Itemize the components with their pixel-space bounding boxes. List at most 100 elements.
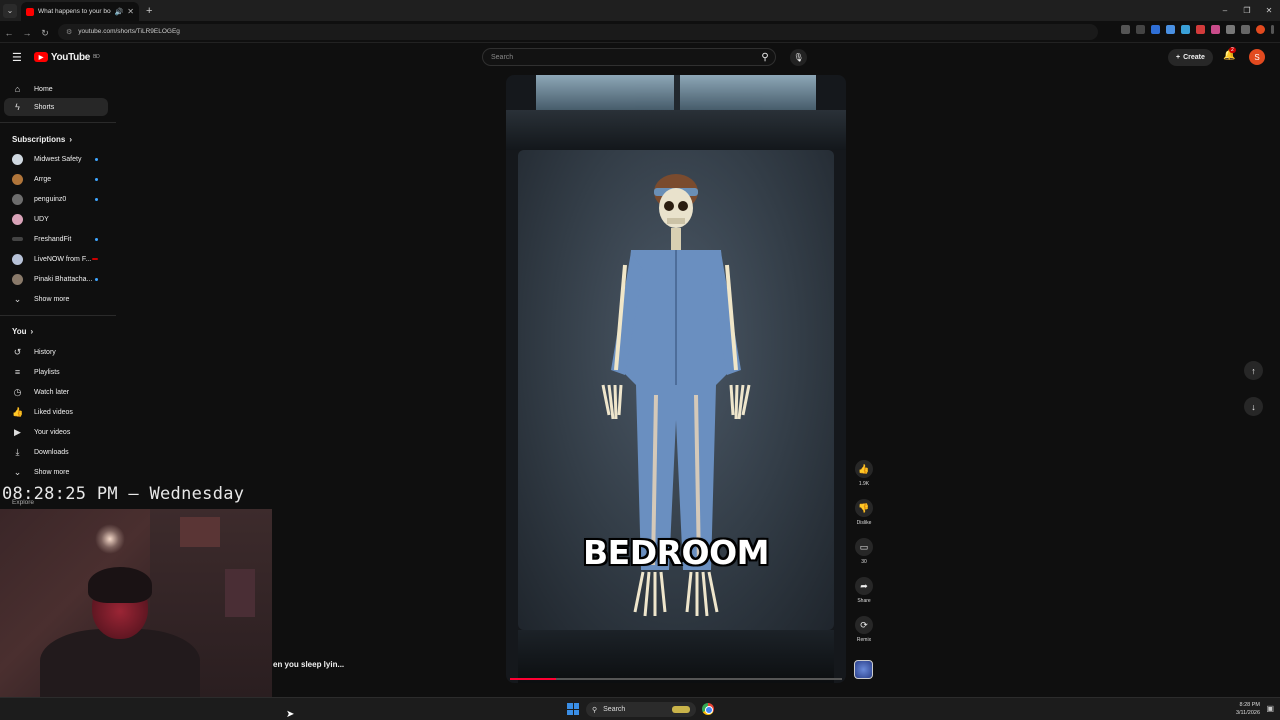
sidebar-item-home[interactable]: ⌂ Home [4, 80, 108, 98]
extensions-puzzle-icon[interactable] [1241, 25, 1250, 34]
sidebar-item-label: Home [34, 85, 53, 93]
cast-icon[interactable] [1121, 25, 1130, 34]
thumbs-down-icon[interactable]: 👎 [855, 499, 873, 517]
extension-icon[interactable] [1226, 25, 1235, 34]
you-heading[interactable]: You › [12, 327, 33, 336]
menu-hamburger-icon[interactable]: ☰ [12, 51, 22, 64]
taskbar-search[interactable]: ⚲ Search [586, 702, 696, 717]
account-avatar[interactable]: S [1249, 49, 1265, 65]
extension-icon[interactable] [1196, 25, 1205, 34]
subscriptions-heading[interactable]: Subscriptions › [12, 135, 72, 144]
share-icon[interactable]: ➦ [855, 577, 873, 595]
previous-short-arrow-up-icon[interactable]: ↑ [1244, 361, 1263, 380]
search-input[interactable]: Search [482, 48, 776, 66]
share-action[interactable]: ➦ Share [850, 577, 878, 604]
sidebar-item-your-videos[interactable]: ▶ Your videos [4, 423, 108, 441]
voice-search-button[interactable]: 🎙 [790, 49, 807, 66]
new-tab-button[interactable]: + [146, 5, 152, 17]
comment-icon[interactable]: ▭ [855, 538, 873, 556]
site-info-icon[interactable]: ⚙ [66, 28, 72, 36]
extension-icon[interactable] [1181, 25, 1190, 34]
sidebar-item-subscription[interactable]: LiveNOW from F... [4, 250, 108, 268]
chrome-taskbar-icon[interactable] [702, 703, 714, 715]
channel-avatar [12, 153, 23, 165]
youtube-logo[interactable]: ▶ YouTube BD [33, 51, 100, 63]
comments-action[interactable]: ▭ 30 [850, 538, 878, 565]
sidebar-item-label: FreshandFit [34, 235, 72, 243]
extensions-bar [1121, 25, 1274, 34]
windows-start-icon[interactable] [567, 703, 579, 715]
download-icon: ⤓ [15, 446, 20, 457]
bed-edge-shadow [518, 630, 834, 683]
playlists-icon: ≡ [14, 367, 21, 377]
sidebar-item-label: penguinz0 [34, 195, 67, 203]
new-content-dot [95, 197, 98, 201]
taskbar-clock[interactable]: 8:28 PM 3/11/2026 [1236, 701, 1260, 717]
sidebar-item-subscription[interactable]: FreshandFit [4, 230, 108, 248]
channel-avatar [12, 237, 23, 241]
reload-icon[interactable]: ↻ [36, 28, 54, 39]
sidebar-item-downloads[interactable]: ⤓ Downloads [4, 443, 108, 461]
watch-later-icon: ◷ [13, 386, 22, 397]
sidebar-item-liked-videos[interactable]: 👍 Liked videos [4, 403, 108, 421]
sidebar-item-history[interactable]: ↺ History [4, 343, 108, 361]
profile-icon[interactable] [1256, 25, 1265, 34]
channel-avatar [12, 253, 23, 265]
overlay-clock: 08:28:25 PM – Wednesday [2, 484, 245, 504]
sidebar-item-subscription[interactable]: penguinz0 [4, 190, 108, 208]
sidebar-item-subscription[interactable]: UDY [4, 210, 108, 228]
extension-icon[interactable] [1151, 25, 1160, 34]
forward-icon[interactable]: → [18, 28, 36, 38]
maximize-button[interactable]: ❐ [1236, 0, 1258, 21]
dislike-action[interactable]: 👎 Dislike [850, 499, 878, 526]
comment-count: 30 [861, 559, 867, 565]
headboard [506, 110, 846, 150]
extension-icon[interactable] [1211, 25, 1220, 34]
video-progress-bar[interactable] [510, 678, 842, 680]
new-content-dot [95, 157, 98, 161]
sidebar-show-more[interactable]: ⌄ Show more [4, 463, 108, 481]
remix-icon[interactable]: ⟳ [855, 616, 873, 634]
create-label: Create [1183, 54, 1205, 61]
url-field[interactable]: ⚙ youtube.com/shorts/TiLR9ELOGEg [58, 23, 1098, 40]
remix-action[interactable]: ⟳ Remix [850, 616, 878, 643]
sidebar-item-subscription[interactable]: Pinaki Bhattacha... [4, 270, 108, 288]
channel-avatar [12, 173, 23, 185]
sidebar-item-subscription[interactable]: Midwest Safety [4, 150, 108, 168]
mouse-cursor-icon: ➤ [286, 709, 295, 720]
thumbs-up-icon: 👍 [12, 406, 24, 417]
country-code: BD [93, 54, 100, 60]
minimize-button[interactable]: – [1214, 0, 1236, 21]
speaker-icon[interactable]: 🔊 [115, 8, 124, 16]
close-tab-icon[interactable]: ✕ [127, 7, 134, 16]
chevron-down-icon: ⌄ [13, 466, 22, 477]
windows-taskbar: ⚲ Search 8:28 PM 3/11/2026 ▣ [0, 697, 1280, 720]
logo-text: YouTube [50, 51, 91, 63]
next-short-arrow-down-icon[interactable]: ↓ [1244, 397, 1263, 416]
create-button[interactable]: + Create [1168, 49, 1213, 66]
string-lights [95, 524, 125, 554]
browser-tab[interactable]: What happens to your bod 🔊 ✕ [21, 2, 139, 21]
extension-icon[interactable] [1166, 25, 1175, 34]
browser-menu-icon[interactable] [1271, 25, 1274, 34]
sidebar-item-watch-later[interactable]: ◷ Watch later [4, 383, 108, 401]
notification-center-icon[interactable]: ▣ [1266, 704, 1274, 713]
thumbs-up-icon[interactable]: 👍 [855, 460, 873, 478]
sidebar-show-more[interactable]: ⌄ Show more [4, 290, 108, 308]
close-window-button[interactable]: ✕ [1258, 0, 1280, 21]
sidebar-item-playlists[interactable]: ≡ Playlists [4, 363, 108, 381]
like-action[interactable]: 👍 1.9K [850, 460, 878, 487]
sidebar-item-label: Playlists [34, 368, 60, 376]
shorts-video-player[interactable]: BEDROOM [506, 75, 846, 683]
sidebar-item-shorts[interactable]: ϟ Shorts [4, 98, 108, 116]
bookmark-star-icon[interactable] [1136, 25, 1145, 34]
notifications-button[interactable]: 🔔 2 [1223, 47, 1236, 61]
back-icon[interactable]: ← [0, 28, 18, 38]
search-button[interactable]: ⚲ [752, 48, 778, 66]
new-content-dot [95, 177, 98, 181]
new-content-dot [95, 277, 98, 281]
video-progress-fill [510, 678, 557, 680]
tab-list-button[interactable]: ⌄ [3, 3, 17, 18]
channel-avatar-button[interactable] [854, 660, 873, 679]
sidebar-item-subscription[interactable]: Arrge [4, 170, 108, 188]
